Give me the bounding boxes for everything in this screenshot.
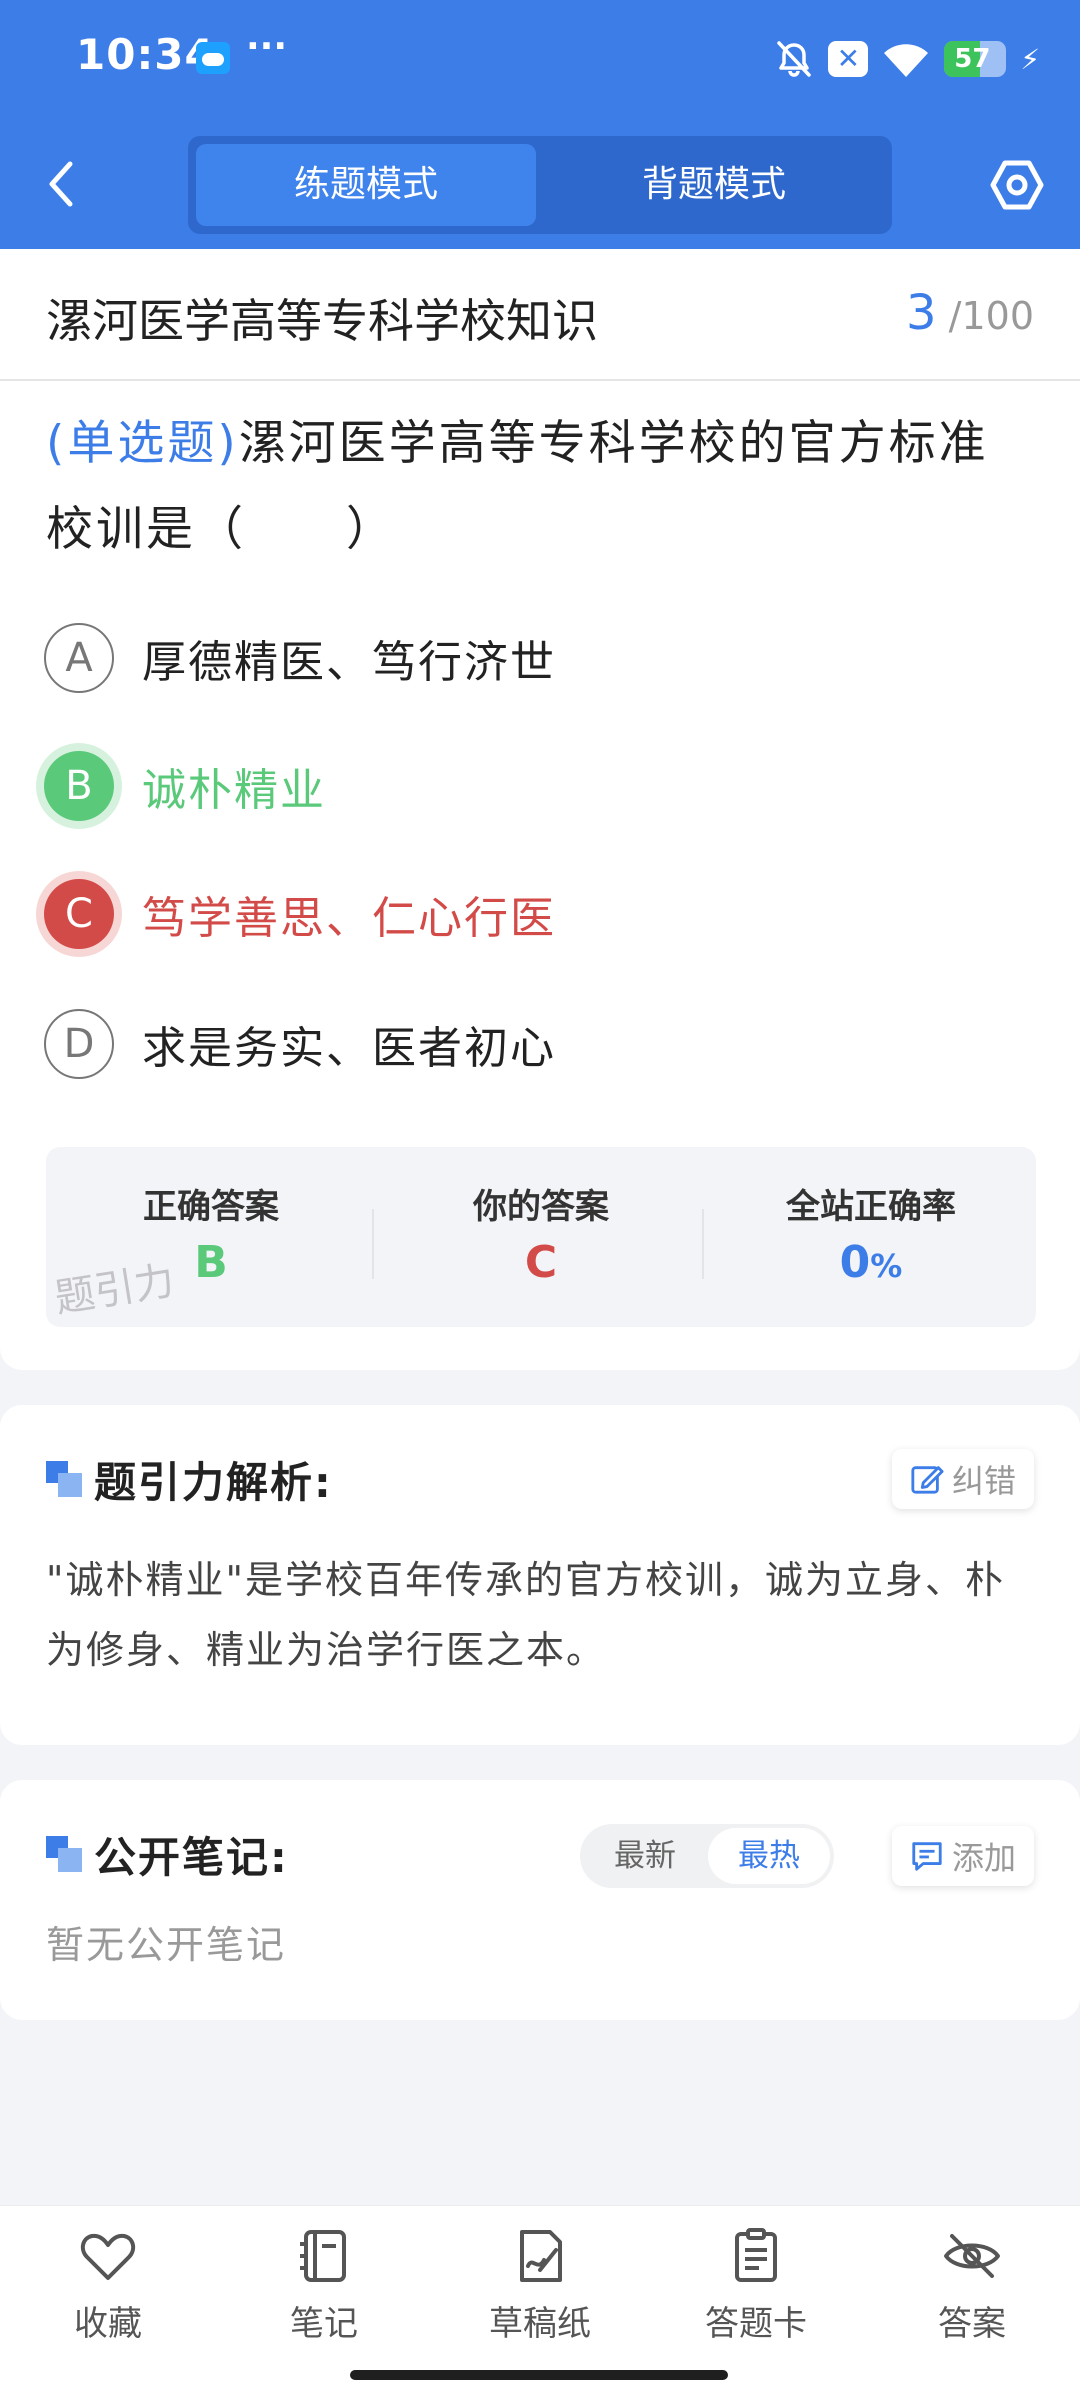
analysis-text: "诚朴精业"是学校百年传承的官方校训，诚为立身、朴为修身、精业为治学行医之本。 <box>46 1558 1005 1672</box>
accuracy-unit: % <box>870 1247 903 1285</box>
add-note-button[interactable]: 添加 <box>891 1826 1034 1886</box>
charging-icon: ⚡ <box>1020 42 1040 76</box>
your-answer-label: 你的答案 <box>473 1187 609 1227</box>
nav-label: 草稿纸 <box>489 2304 591 2344</box>
close-box-icon: ✕ <box>828 41 869 77</box>
add-note-label: 添加 <box>951 1839 1016 1877</box>
public-notes-card: 公开笔记: 最新 最热 添加 暂无公开笔记 <box>0 1780 1080 2020</box>
report-error-button[interactable]: 纠错 <box>891 1449 1034 1509</box>
question-type-label: (单选题) <box>46 416 239 471</box>
analysis-title: 题引力解析: <box>94 1458 333 1507</box>
nav-favorite[interactable]: 收藏 <box>28 2226 188 2366</box>
settings-hex-icon[interactable] <box>990 158 1044 212</box>
edit-icon <box>911 1466 944 1494</box>
tab-practice-mode[interactable]: 练题模式 <box>196 144 536 226</box>
wifi-icon <box>884 44 929 77</box>
question-progress: 3 /100 <box>906 285 1034 341</box>
option-b-correct[interactable]: B 诚朴精业 <box>44 748 326 824</box>
progress-separator: / <box>948 294 962 338</box>
tab-recite-mode[interactable]: 背题模式 <box>544 144 884 226</box>
nav-label: 笔记 <box>290 2304 358 2344</box>
weather-icon <box>196 42 230 74</box>
report-error-label: 纠错 <box>951 1462 1016 1500</box>
nav-show-answer[interactable]: 答案 <box>892 2226 1052 2366</box>
section-squares-icon <box>46 1836 82 1872</box>
sort-latest-button[interactable]: 最新 <box>584 1828 706 1884</box>
status-icons: ✕ 57 ⚡ <box>774 34 1040 84</box>
accuracy-col: 全站正确率 0% <box>706 1147 1036 1327</box>
correct-answer-label: 正确答案 <box>143 1187 279 1227</box>
option-letter: D <box>44 1009 114 1079</box>
answer-sheet-icon <box>735 2228 777 2282</box>
analysis-card: 题引力解析: 纠错 "诚朴精业"是学校百年传承的官方校训，诚为立身、朴为修身、精… <box>0 1405 1080 1745</box>
notes-title: 公开笔记: <box>94 1833 289 1882</box>
empty-notes-text: 暂无公开笔记 <box>46 1923 287 1967</box>
your-answer-col: 你的答案 C <box>376 1147 706 1327</box>
option-text: 笃学善思、仁心行医 <box>142 893 556 944</box>
current-question-number: 3 <box>906 285 937 341</box>
home-indicator[interactable] <box>350 2370 728 2380</box>
nav-label: 答题卡 <box>705 2304 807 2344</box>
back-chevron-icon[interactable] <box>42 156 82 212</box>
nav-draft[interactable]: 草稿纸 <box>460 2226 620 2366</box>
battery-icon: 57 <box>944 41 1007 77</box>
total-question-count: 100 <box>961 294 1034 338</box>
option-text: 厚德精医、笃行济世 <box>142 637 556 688</box>
notes-sort-toggle: 最新 最热 <box>580 1824 834 1888</box>
draft-paper-icon <box>520 2230 562 2282</box>
your-answer-value: C <box>524 1237 558 1288</box>
nav-answer-sheet[interactable]: 答题卡 <box>676 2226 836 2366</box>
nav-notes[interactable]: 笔记 <box>244 2226 404 2366</box>
notebook-icon <box>300 2230 346 2282</box>
question-bank-title: 漯河医学高等专科学校知识 <box>46 294 598 348</box>
accuracy-label: 全站正确率 <box>786 1187 956 1227</box>
option-a[interactable]: A 厚德精医、笃行济世 <box>44 620 556 696</box>
option-d[interactable]: D 求是务实、医者初心 <box>44 1006 556 1082</box>
option-text: 求是务实、医者初心 <box>142 1023 556 1074</box>
divider <box>702 1209 704 1279</box>
nav-label: 答案 <box>938 2304 1006 2344</box>
option-letter: B <box>44 751 114 821</box>
accuracy-number: 0 <box>839 1237 871 1288</box>
comment-icon <box>912 1842 942 1871</box>
heart-icon <box>80 2233 136 2280</box>
sort-hot-button[interactable]: 最热 <box>708 1828 830 1884</box>
option-letter: C <box>44 879 114 949</box>
question-card: 漯河医学高等专科学校知识 3 /100 (单选题)漯河医学高等专科学校的官方标准… <box>0 249 1080 1370</box>
bell-off-icon <box>777 41 812 77</box>
divider <box>372 1209 374 1279</box>
question-text: (单选题)漯河医学高等专科学校的官方标准校训是（ ） <box>46 401 1038 573</box>
top-header: 10:34 ··· ✕ 57 ⚡ 练题模式 背题模式 <box>0 0 1080 249</box>
nav-label: 收藏 <box>74 2304 142 2344</box>
section-squares-icon <box>46 1461 82 1497</box>
accuracy-value: 0% <box>706 1237 1036 1288</box>
battery-level: 57 <box>954 44 991 74</box>
overflow-dots: ··· <box>246 26 288 67</box>
status-time: 10:34 <box>76 30 215 79</box>
option-text: 诚朴精业 <box>142 765 326 816</box>
answer-summary: 正确答案 B 你的答案 C 全站正确率 0% <box>46 1147 1036 1327</box>
question-header: 漯河医学高等专科学校知识 3 /100 <box>0 249 1080 381</box>
option-letter: A <box>44 623 114 693</box>
option-c-wrong[interactable]: C 笃学善思、仁心行医 <box>44 876 556 952</box>
mode-switch: 练题模式 背题模式 <box>188 136 892 234</box>
eye-off-icon <box>944 2234 1000 2278</box>
status-bar: 10:34 ··· ✕ 57 ⚡ <box>0 0 1080 120</box>
